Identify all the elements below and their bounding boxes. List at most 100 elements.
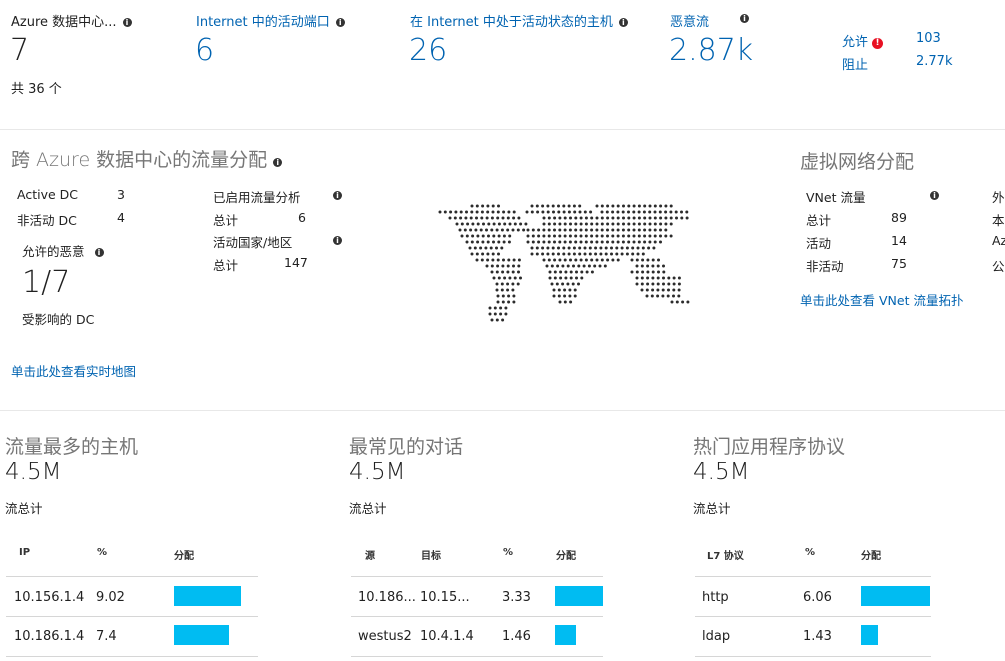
map-dot [492, 222, 496, 226]
blocked-value[interactable]: 2.77k [916, 54, 952, 69]
distribution-bar [555, 586, 603, 606]
map-dot [481, 234, 485, 238]
map-dot [460, 222, 464, 226]
map-dot [584, 240, 588, 244]
info-icon[interactable]: i [618, 18, 628, 27]
map-dot [512, 210, 516, 214]
map-dot [641, 258, 645, 262]
map-dot [651, 270, 655, 274]
map-dot [552, 288, 556, 292]
map-dot [595, 222, 599, 226]
info-icon[interactable]: i [740, 14, 749, 23]
map-dot [524, 222, 528, 226]
map-dot [562, 204, 566, 208]
live-map-link[interactable]: 单击此处查看实时地图 [11, 361, 136, 380]
map-dot [648, 228, 652, 232]
column-header[interactable]: 源 [365, 547, 375, 562]
distribution-bar [174, 625, 229, 645]
map-dot [573, 210, 577, 214]
map-dot [567, 210, 571, 214]
map-dot [459, 210, 463, 214]
map-dot [511, 228, 515, 232]
malicious-flows-value[interactable]: 2.87k [669, 33, 753, 68]
map-dot [530, 252, 534, 256]
column-header[interactable]: % [805, 547, 815, 558]
internet-ports-link[interactable]: Internet 中的活动端口 i [196, 11, 345, 30]
column-header[interactable]: % [503, 547, 513, 558]
internet-hosts-link[interactable]: 在 Internet 中处于活动状态的主机 i [410, 11, 628, 30]
map-dot [566, 264, 570, 268]
map-dot [652, 246, 656, 250]
column-header[interactable]: % [97, 547, 107, 558]
map-dot [550, 264, 554, 268]
column-header[interactable]: 目标 [421, 547, 441, 562]
table-cell-pct: 3.33 [502, 590, 531, 605]
map-dot [563, 288, 567, 292]
map-dot [630, 258, 634, 262]
column-header[interactable]: L7 协议 [707, 547, 744, 562]
column-header[interactable]: IP [19, 547, 30, 558]
map-dot [504, 312, 508, 316]
info-icon[interactable]: i [333, 236, 342, 245]
info-icon[interactable]: i [273, 158, 283, 167]
allowed-value[interactable]: 103 [916, 31, 941, 46]
map-dot [485, 216, 489, 220]
map-dot [516, 228, 520, 232]
map-dot [610, 246, 613, 250]
map-dot [568, 234, 572, 238]
map-dot [635, 264, 639, 268]
column-header[interactable]: 分配 [556, 547, 576, 562]
column-header[interactable]: 分配 [174, 547, 194, 562]
protocols-title: 热门应用程序协议 [693, 436, 846, 458]
map-dot [542, 216, 546, 220]
internet-hosts-value[interactable]: 26 [409, 33, 447, 68]
malicious-flows-link[interactable]: 恶意流 [670, 11, 709, 30]
map-dot [479, 228, 483, 232]
map-dot [651, 282, 655, 286]
vnet-active-value: 14 [891, 233, 907, 248]
map-dot [501, 216, 505, 220]
map-dot [600, 234, 604, 238]
blocked-link[interactable]: 阻止 [842, 54, 868, 73]
map-dot [574, 258, 578, 262]
map-dot [486, 204, 490, 208]
map-dot [497, 204, 500, 208]
map-dot [579, 258, 583, 262]
map-dot [677, 294, 681, 298]
map-dot [632, 210, 636, 214]
map-dot [537, 234, 541, 238]
map-dot [577, 282, 580, 286]
allowed-link[interactable]: 允许! [842, 31, 884, 50]
map-dot [622, 204, 625, 208]
map-dot [455, 222, 459, 226]
info-icon[interactable]: i [122, 18, 132, 27]
map-dot [553, 216, 557, 220]
map-dot [542, 240, 546, 244]
map-dot [616, 240, 620, 244]
map-dot [600, 222, 604, 226]
map-dot [553, 228, 556, 232]
map-dot [569, 300, 573, 304]
map-dot [653, 228, 657, 232]
info-icon[interactable]: i [333, 191, 342, 200]
map-dot [500, 228, 504, 232]
map-dot [643, 222, 647, 226]
map-dot [558, 234, 562, 238]
info-icon[interactable]: i [930, 191, 939, 200]
world-map[interactable] [432, 196, 696, 326]
map-dot [491, 252, 495, 256]
map-dot [680, 210, 683, 214]
map-dot [541, 252, 545, 256]
vnet-topology-link[interactable]: 单击此处查看 VNet 流量拓扑 [800, 290, 963, 309]
map-dot [664, 228, 668, 232]
map-dot [561, 264, 565, 268]
info-icon[interactable]: i [94, 248, 104, 257]
map-dot [632, 222, 636, 226]
map-dot [595, 234, 599, 238]
internet-ports-value[interactable]: 6 [195, 33, 214, 68]
info-icon[interactable]: i [335, 18, 345, 27]
map-dot [537, 240, 541, 244]
column-header[interactable]: 分配 [861, 547, 881, 562]
map-dot [574, 216, 578, 220]
map-dot [572, 264, 575, 268]
